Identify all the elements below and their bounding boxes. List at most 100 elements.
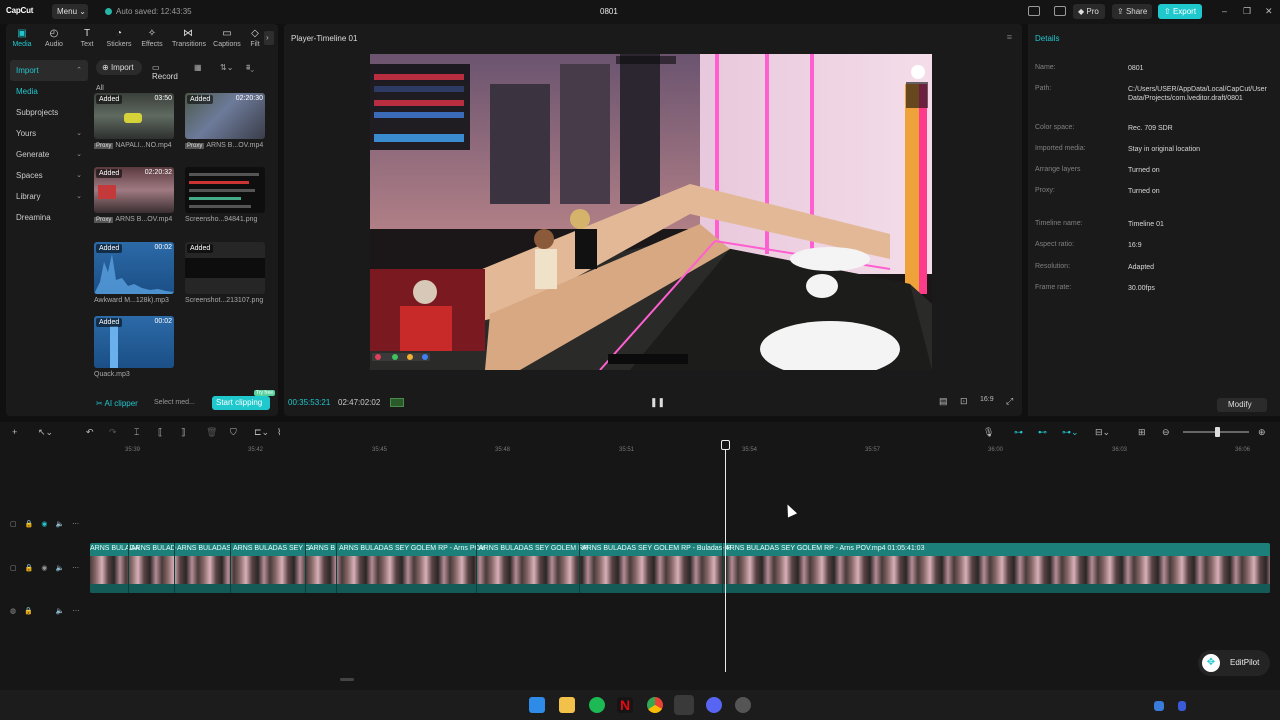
magnet-link-icon[interactable]: ⊶ (1014, 427, 1023, 438)
media-item[interactable]: Added 03:50 Proxy NAPALI...NO.mp4 (94, 93, 174, 149)
start-clipping-button[interactable]: Start clipping (212, 396, 270, 410)
more-icon[interactable]: ⋯ (72, 521, 79, 528)
media-item[interactable]: Added 00:02 Quack.mp3 (94, 316, 174, 378)
more-icon[interactable]: ⋯ (73, 608, 80, 615)
tab-effects[interactable]: ✧ Effects (136, 28, 168, 48)
tab-media[interactable]: ▣ Media (6, 28, 38, 48)
crop-icon[interactable]: ⊡ (960, 396, 968, 407)
add-track-icon[interactable]: + (12, 427, 17, 437)
lock-icon[interactable]: 🔒 (25, 565, 34, 572)
media-item[interactable]: Added 00:02 Awkward M...128k).mp3 (94, 242, 174, 304)
nav-yours[interactable]: Yours ⌄ (10, 123, 88, 144)
windows-start-icon[interactable] (529, 697, 545, 713)
eye-icon[interactable]: ◉ (41, 521, 47, 528)
mouse-cursor-icon (782, 502, 798, 518)
record-button[interactable]: ▭ Record (148, 60, 186, 81)
nav-dreamina[interactable]: Dreamina (10, 207, 88, 228)
minimize-icon[interactable]: – (1222, 6, 1227, 16)
speaker-icon[interactable]: 🔈 (55, 521, 64, 528)
media-item[interactable]: Added 02:20:30 Proxy ARNS B...OV.mp4 (185, 93, 265, 149)
ai-clipper-button[interactable]: ✂ AI clipper (96, 399, 138, 408)
hamburger-icon[interactable]: ≡ (1007, 32, 1012, 42)
pause-button[interactable]: ❚❚ (650, 397, 665, 408)
maximize-icon[interactable]: ❐ (1243, 6, 1251, 17)
tray-icon[interactable] (1154, 701, 1164, 711)
redo-icon[interactable]: ↷ (109, 427, 117, 438)
zoom-out-icon[interactable]: ⊖ (1162, 427, 1170, 438)
media-thumbnail: Added 03:50 (94, 93, 174, 139)
pro-button[interactable]: ◆ Pro (1073, 4, 1105, 19)
tray-mic-icon[interactable] (1178, 701, 1186, 711)
media-item[interactable]: Screensho...94841.png (185, 167, 265, 223)
export-button[interactable]: ⇧ Export (1158, 4, 1202, 19)
ruler-tick: 35:48 (495, 447, 511, 453)
spotify-icon[interactable] (589, 697, 605, 713)
sort-icon[interactable]: ⇅⌄ (220, 63, 233, 72)
detail-key: Arrange layers (1035, 166, 1081, 173)
quality-icon[interactable]: ▤ (939, 396, 948, 407)
nav-subprojects[interactable]: Subprojects (10, 102, 88, 123)
split-right-icon[interactable]: ⟧ (181, 427, 185, 438)
media-item[interactable]: Added Screenshot...213107.png (185, 242, 265, 304)
zoom-slider-handle[interactable] (1215, 427, 1220, 437)
capcut-taskbar-icon[interactable] (674, 695, 694, 715)
clip-audio-line (90, 584, 1270, 593)
auto-snap-icon[interactable]: ⊷ (1038, 427, 1047, 438)
tab-filters[interactable]: ◇ Filt (244, 28, 266, 48)
speaker-icon[interactable]: 🔈 (55, 565, 64, 572)
video-track[interactable]: ARNS BULADA ARNS BULAD ARNS BULADAS ARNS… (90, 543, 1270, 593)
nav-media[interactable]: Media (10, 81, 88, 102)
eye-icon[interactable]: ◉ (41, 565, 47, 572)
playhead[interactable] (725, 441, 726, 672)
lock-icon[interactable]: 🔒 (24, 608, 33, 615)
undo-icon[interactable]: ↶ (86, 427, 94, 438)
editpilot-button[interactable]: ✥ EditPilot (1198, 650, 1270, 676)
tab-captions[interactable]: ▭ Captions (211, 28, 243, 48)
more-icon[interactable]: ⋯ (72, 565, 79, 572)
timeline-scrollbar[interactable] (340, 678, 354, 681)
file-explorer-icon[interactable] (559, 697, 575, 713)
video-preview[interactable] (370, 54, 932, 370)
close-icon[interactable]: ✕ (1265, 6, 1273, 17)
tabs-scroll-right-icon[interactable]: › (264, 31, 274, 45)
lock-icon[interactable]: 🔒 (25, 521, 34, 528)
auto-cut-icon[interactable]: ⌇ (277, 427, 281, 438)
shortcuts-icon[interactable] (1054, 6, 1066, 16)
zoom-in-icon[interactable]: ⊕ (1258, 427, 1266, 438)
split-icon[interactable]: ⌶ (134, 427, 139, 438)
import-button[interactable]: ⊕ Import (96, 60, 142, 75)
preview-axis-icon[interactable]: ⊟⌄ (1095, 427, 1110, 438)
discord-icon[interactable] (706, 697, 722, 713)
media-item[interactable]: Added 02:20:32 Proxy ARNS B...OV.mp4 (94, 167, 174, 223)
grid-view-icon[interactable]: ▦ (194, 63, 202, 72)
tab-text[interactable]: T Text (71, 28, 103, 48)
split-left-icon[interactable]: ⟦ (158, 427, 162, 438)
menu-button[interactable]: Menu ⌄ (52, 4, 88, 19)
link-clips-icon[interactable]: ⊶⌄ (1062, 427, 1079, 438)
speaker-icon[interactable]: 🔈 (56, 608, 65, 615)
nav-import[interactable]: Import ⌃ (10, 60, 88, 81)
select-tool-icon[interactable]: ↖⌄ (38, 427, 53, 438)
delete-icon[interactable]: 🗑 (206, 427, 217, 438)
shield-icon[interactable]: ⛉ (230, 427, 237, 438)
ratio-icon[interactable]: 16:9 (980, 396, 994, 403)
filter-icon[interactable]: ⩩⌄ (246, 63, 254, 73)
nav-library[interactable]: Library ⌄ (10, 186, 88, 207)
tab-audio[interactable]: ◴ Audio (38, 28, 70, 48)
fullscreen-icon[interactable]: ⤢ (1006, 396, 1013, 407)
netflix-icon[interactable]: N (617, 697, 633, 713)
obs-icon[interactable] (735, 697, 751, 713)
layout-icon[interactable] (1028, 6, 1040, 16)
playhead-handle[interactable] (721, 440, 730, 450)
tab-stickers[interactable]: ◔ Stickers (103, 28, 135, 48)
zoom-to-fit-icon[interactable]: ⊞ (1138, 427, 1146, 438)
nav-generate[interactable]: Generate ⌄ (10, 144, 88, 165)
timeline-ruler[interactable]: 35:39 35:42 35:45 35:48 35:51 35:54 35:5… (90, 445, 1280, 455)
share-button[interactable]: ⇪ Share (1112, 4, 1152, 19)
modify-button[interactable]: Modify (1217, 398, 1267, 412)
chrome-icon[interactable] (647, 697, 663, 713)
crop-icon[interactable]: ⊏⌄ (254, 427, 269, 438)
nav-spaces[interactable]: Spaces ⌄ (10, 165, 88, 186)
microphone-icon[interactable]: 🎙 (983, 427, 994, 438)
tab-transitions[interactable]: ⋈ Transitions (172, 28, 206, 48)
